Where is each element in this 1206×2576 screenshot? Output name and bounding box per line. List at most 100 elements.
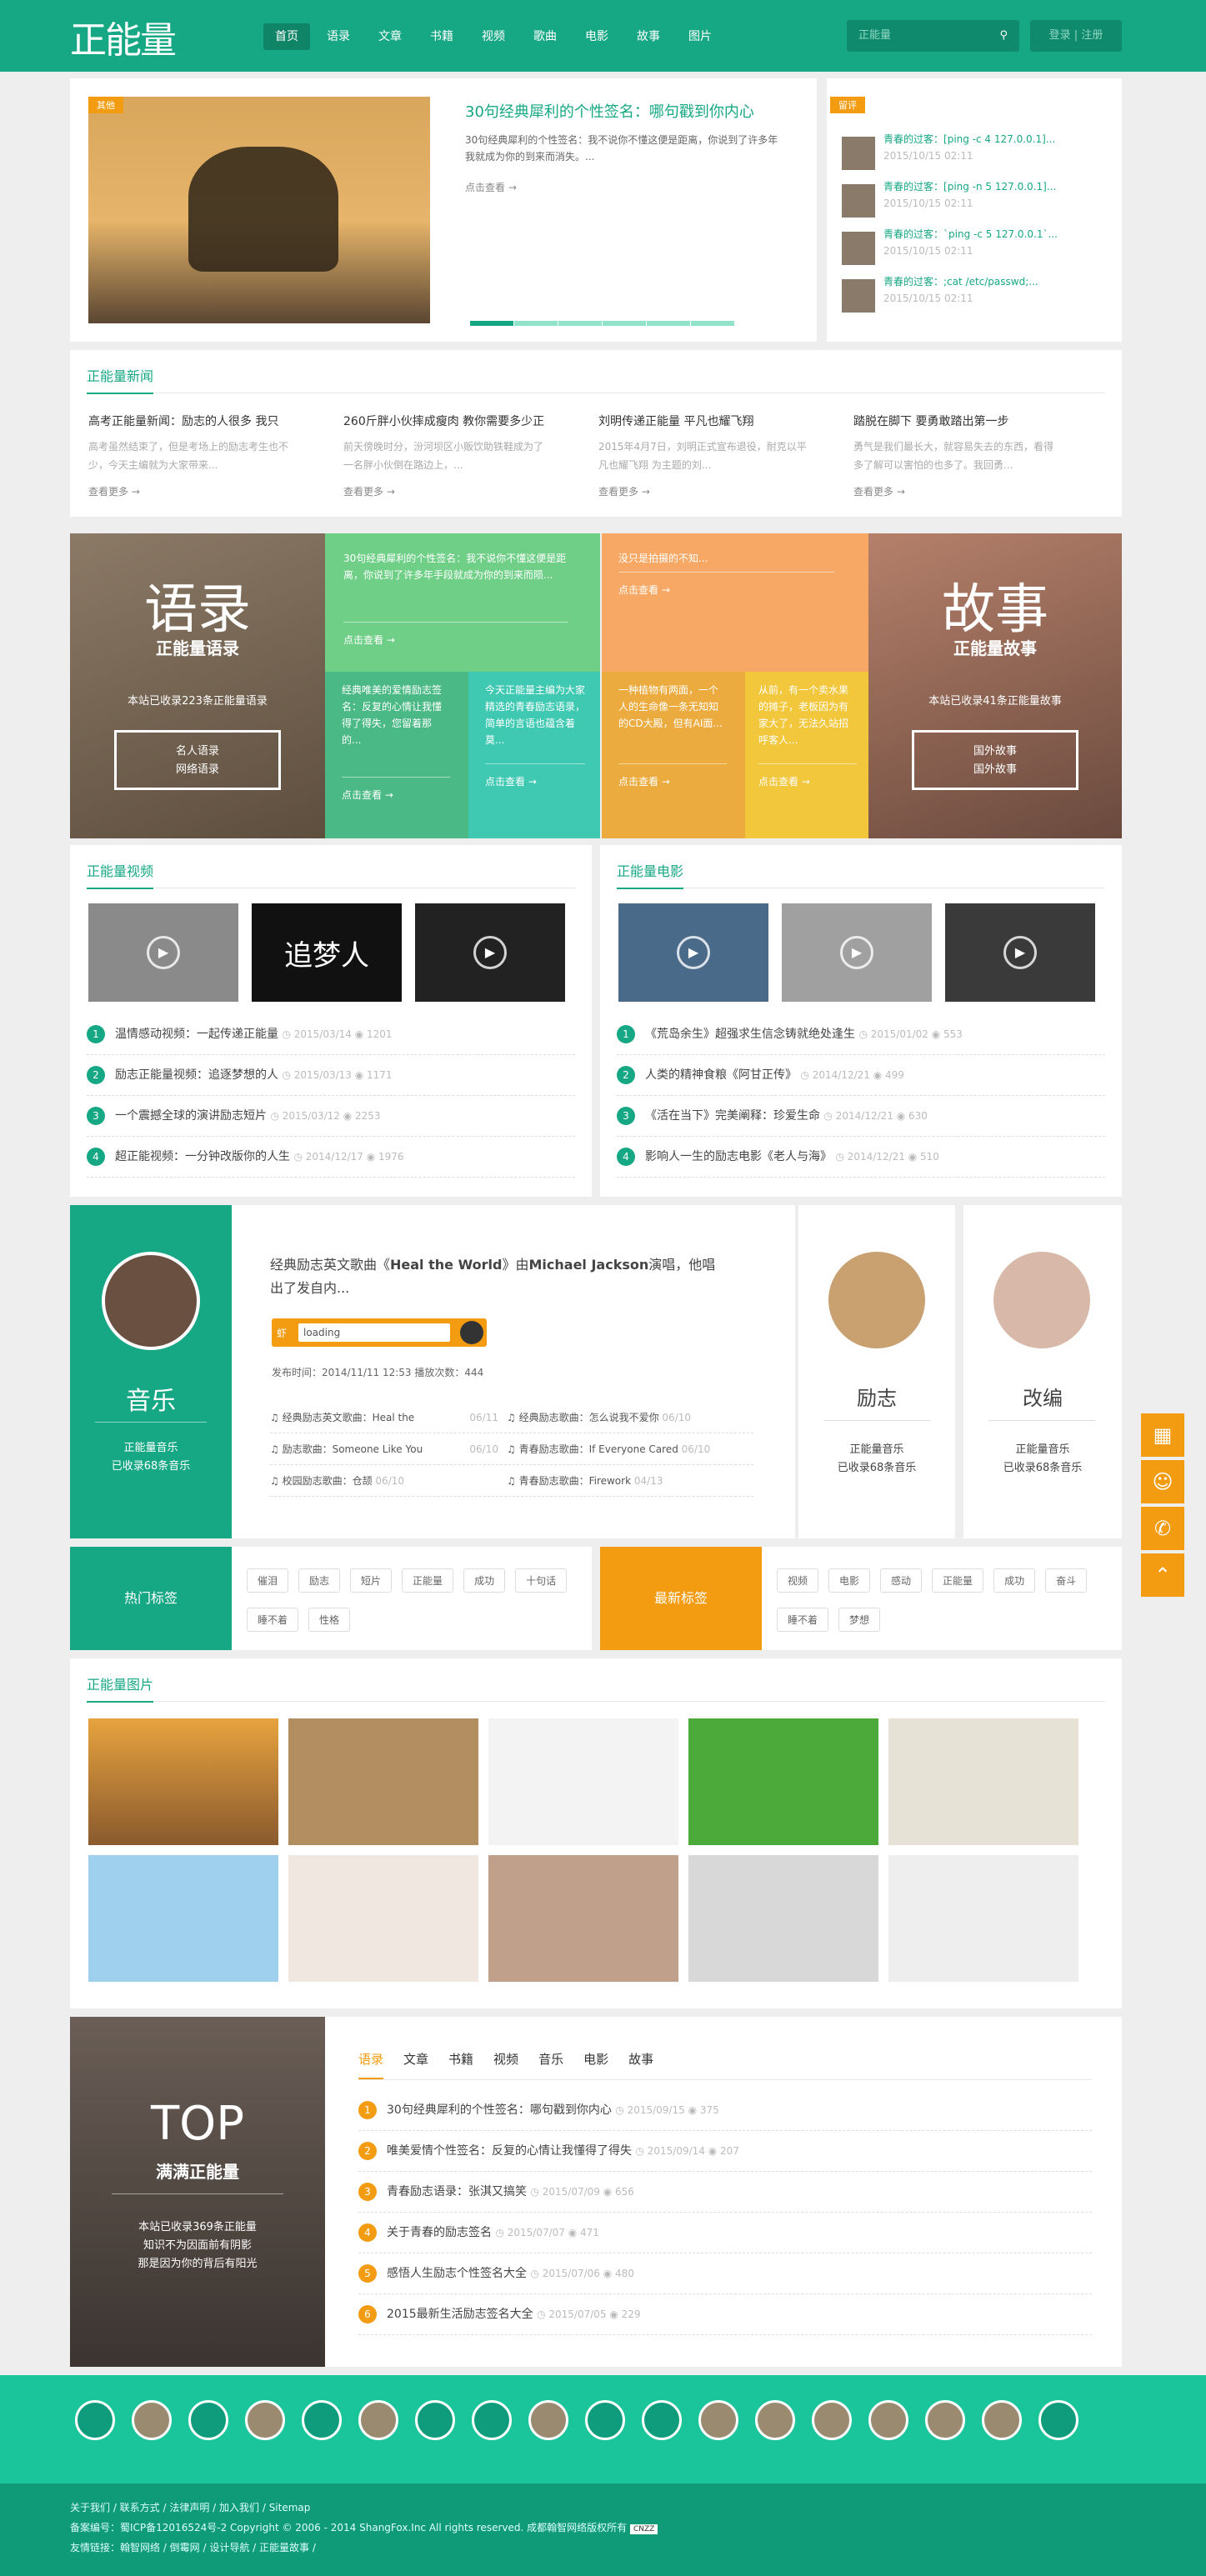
quotes-button[interactable]: 名人语录 网络语录 [114,730,281,790]
tag-pill[interactable]: 短片 [350,1568,393,1593]
music-list-item[interactable]: ♫ 经典励志英文歌曲：Heal the 06/11 [270,1402,507,1433]
tag-pill[interactable]: 十句话 [515,1568,568,1593]
gallery-image[interactable] [488,1855,678,1982]
nav-stories[interactable]: 故事 [625,23,672,50]
hero-more-link[interactable]: 点击查看 → [465,180,517,194]
news-item[interactable]: 踏脱在脚下 要勇敢踏出第一步 勇气是我们最长大，就容易失去的东西，看得多了解可以害… [853,413,1062,498]
tag-pill[interactable]: 睡不着 [247,1608,299,1632]
gallery-image[interactable] [488,1718,678,1845]
cnzz-badge[interactable]: CNZZ [629,2524,658,2534]
story-tile-3[interactable]: 从前，有一个卖水果的摊子，老板因为有家大了，无法久站招呼客人... 点击查看 → [745,672,868,838]
music-list-item[interactable]: ♫ 励志歌曲：Someone Like You 06/10 [270,1433,507,1464]
tag-pill[interactable]: 正能量 [932,1568,984,1593]
video-thumb[interactable]: 追梦人 [252,903,402,1002]
top-list-item[interactable]: 2 唯美爱情个性签名：反复的心情让我懂得了得失 ◷ 2015/09/14 ◉ 20… [358,2131,1092,2172]
top-list-item[interactable]: 3 青春励志语录：张淇又搞笑 ◷ 2015/07/09 ◉ 656 [358,2172,1092,2213]
hero-title[interactable]: 30句经典犀利的个性签名：哪句戳到你内心 [465,100,754,122]
music-artist-avatar[interactable] [102,1252,200,1350]
gallery-image[interactable] [88,1855,278,1982]
gallery-image[interactable] [288,1718,478,1845]
movie-list-item[interactable]: 1 《荒岛余生》超强求生信念铸就绝处逢生 ◷ 2015/01/02 ◉ 553 [617,1014,1105,1055]
tab-movies[interactable]: 电影 [583,2050,608,2078]
music-player[interactable]: 虾 loading [272,1318,487,1347]
member-avatar[interactable] [358,2400,398,2440]
tag-pill[interactable]: 成功 [993,1568,1036,1593]
nav-books[interactable]: 书籍 [418,23,465,50]
top-list-item[interactable]: 6 2015最新生活励志签名大全 ◷ 2015/07/05 ◉ 229 [358,2294,1092,2335]
nav-articles[interactable]: 文章 [367,23,413,50]
member-avatar[interactable] [812,2400,852,2440]
tag-pill[interactable]: 电影 [828,1568,871,1593]
comment-item[interactable]: 青春的过客：[ping -c 4 127.0.0.1]... 2015/10/15… [842,132,1108,179]
nav-quotes[interactable]: 语录 [315,23,362,50]
news-item[interactable]: 260斤胖小伙摔成瘦肉 教你需要多少正 前天傍晚时分，汾河坝区小贩饮助铁鞋成为了一… [343,413,552,498]
footer-friend-links[interactable]: 友情链接：翰智网络 / 倒霉网 / 设计导航 / 正能量故事 / [70,2540,316,2554]
member-avatar[interactable] [982,2400,1022,2440]
tab-videos[interactable]: 视频 [493,2050,518,2078]
search-icon[interactable]: ⚲ [999,20,1008,52]
tab-music[interactable]: 音乐 [538,2050,563,2078]
tab-stories[interactable]: 故事 [628,2050,653,2078]
top-list-item[interactable]: 4 关于青春的励志签名 ◷ 2015/07/07 ◉ 471 [358,2213,1092,2253]
member-avatar[interactable] [585,2400,625,2440]
member-avatar[interactable] [868,2400,908,2440]
qrcode-icon[interactable]: ▦ [1141,1413,1184,1457]
member-avatar[interactable] [415,2400,455,2440]
tag-pill[interactable]: 成功 [463,1568,506,1593]
movie-thumb[interactable]: ▶ [782,903,932,1002]
top-list-item[interactable]: 5 感悟人生励志个性签名大全 ◷ 2015/07/06 ◉ 480 [358,2253,1092,2294]
tag-pill[interactable]: 睡不着 [777,1608,829,1632]
member-avatar[interactable] [755,2400,795,2440]
music-list-item[interactable]: ♫ 青春励志歌曲：If Everyone Cared 06/10 [507,1433,743,1464]
movie-thumb[interactable]: ▶ [945,903,1095,1002]
gallery-image[interactable] [288,1855,478,1982]
phone-icon[interactable]: ✆ [1141,1507,1184,1550]
tab-books[interactable]: 书籍 [448,2050,473,2078]
member-avatar[interactable] [132,2400,172,2440]
tag-pill[interactable]: 性格 [308,1608,351,1632]
movie-list-item[interactable]: 2 人类的精神食粮《阿甘正传》 ◷ 2014/12/21 ◉ 499 [617,1055,1105,1096]
nav-images[interactable]: 图片 [677,23,723,50]
back-to-top-icon[interactable]: ⌃ [1141,1553,1184,1597]
register-link[interactable]: 注册 [1081,29,1103,42]
member-avatar[interactable] [925,2400,965,2440]
tag-pill[interactable]: 梦想 [838,1608,881,1632]
story-tile-2[interactable]: 一种植物有两面，一个人的生命像一条无知知的CD大殿，但有AI面... 点击查看 … [602,672,745,838]
gallery-image[interactable] [688,1718,878,1845]
video-list-item[interactable]: 2 励志正能量视频：追逐梦想的人 ◷ 2015/03/13 ◉ 1171 [87,1055,575,1096]
tag-pill[interactable]: 奋斗 [1045,1568,1088,1593]
comment-item[interactable]: 青春的过客：[ping -n 5 127.0.0.1]... 2015/10/15… [842,179,1108,227]
member-avatar[interactable] [642,2400,682,2440]
tag-pill[interactable]: 励志 [298,1568,341,1593]
nav-songs[interactable]: 歌曲 [522,23,568,50]
video-thumb[interactable]: ▶ [88,903,238,1002]
music-card-adapt[interactable]: 改编 正能量音乐 已收录68条音乐 [963,1205,1122,1538]
tab-articles[interactable]: 文章 [403,2050,428,2078]
video-list-item[interactable]: 3 一个震撼全球的演讲励志短片 ◷ 2015/03/12 ◉ 2253 [87,1096,575,1137]
news-item[interactable]: 刘明传递正能量 平凡也耀飞翔 2015年4月7日，刘明正式宣布退役，耐克以平凡也耀… [598,413,807,498]
play-button[interactable] [460,1321,483,1344]
movie-thumb[interactable]: ▶ [618,903,768,1002]
gallery-image[interactable] [888,1855,1078,1982]
gallery-image[interactable] [888,1718,1078,1845]
tag-pill[interactable]: 感动 [880,1568,923,1593]
member-avatar[interactable] [528,2400,568,2440]
site-logo[interactable]: 正能量 [70,10,177,63]
quote-tile-1[interactable]: 30句经典犀利的个性签名：我不说你不懂这便是距离，你说到了许多年手段就成为你的到… [325,533,600,672]
hero-image[interactable] [88,97,430,323]
member-avatar[interactable] [302,2400,342,2440]
tag-pill[interactable]: 催泪 [247,1568,289,1593]
video-thumb[interactable]: ▶ [415,903,565,1002]
nav-videos[interactable]: 视频 [470,23,517,50]
music-list-item[interactable]: ♫ 校园励志歌曲：仓颉 06/10 [270,1465,507,1496]
member-avatar[interactable] [188,2400,228,2440]
comment-item[interactable]: 青春的过客：`ping -c 5 127.0.0.1`... 2015/10/15… [842,227,1108,274]
music-list-item[interactable]: ♫ 经典励志歌曲：怎么说我不爱你 06/10 [507,1402,743,1433]
tag-pill[interactable]: 正能量 [402,1568,454,1593]
music-list-item[interactable]: ♫ 青春励志歌曲：Firework 04/13 [507,1465,743,1496]
video-list-item[interactable]: 4 超正能视频：一分钟改版你的人生 ◷ 2014/12/17 ◉ 1976 [87,1137,575,1178]
member-avatar[interactable] [245,2400,285,2440]
comment-item[interactable]: 青春的过客：;cat /etc/passwd;... 2015/10/15 02:… [842,274,1108,322]
quote-tile-2[interactable]: 经典唯美的爱情励志签名：反复的心情让我懂得了得失，您留着那的... 点击查看 → [325,672,468,838]
member-avatar[interactable] [472,2400,512,2440]
